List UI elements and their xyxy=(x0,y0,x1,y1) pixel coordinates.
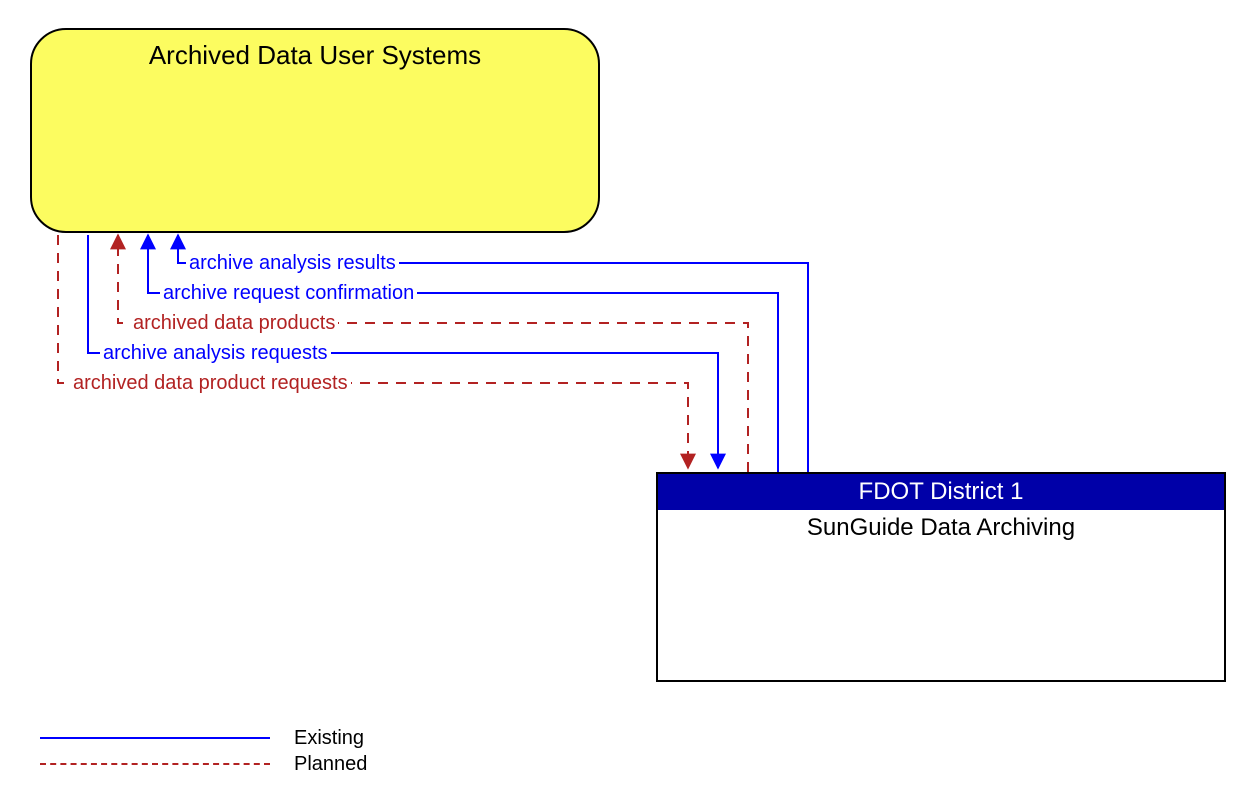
node-fdot-district-1: FDOT District 1 SunGuide Data Archiving xyxy=(656,472,1226,682)
node-body: SunGuide Data Archiving xyxy=(658,510,1224,542)
legend-text-existing: Existing xyxy=(294,727,364,750)
node-header: FDOT District 1 xyxy=(658,474,1224,510)
legend-line-existing xyxy=(40,737,270,739)
label-archive-request-confirmation: archive request confirmation xyxy=(160,282,417,305)
legend-row-existing: Existing xyxy=(40,725,367,751)
node-archived-data-user-systems: Archived Data User Systems xyxy=(30,28,600,233)
legend-line-planned xyxy=(40,763,270,765)
legend: Existing Planned xyxy=(40,725,367,777)
node-title: Archived Data User Systems xyxy=(32,40,598,71)
label-archived-data-product-requests: archived data product requests xyxy=(70,372,351,395)
legend-row-planned: Planned xyxy=(40,751,367,777)
legend-text-planned: Planned xyxy=(294,753,367,776)
label-archive-analysis-results: archive analysis results xyxy=(186,252,399,275)
label-archive-analysis-requests: archive analysis requests xyxy=(100,342,331,365)
label-archived-data-products: archived data products xyxy=(130,312,338,335)
